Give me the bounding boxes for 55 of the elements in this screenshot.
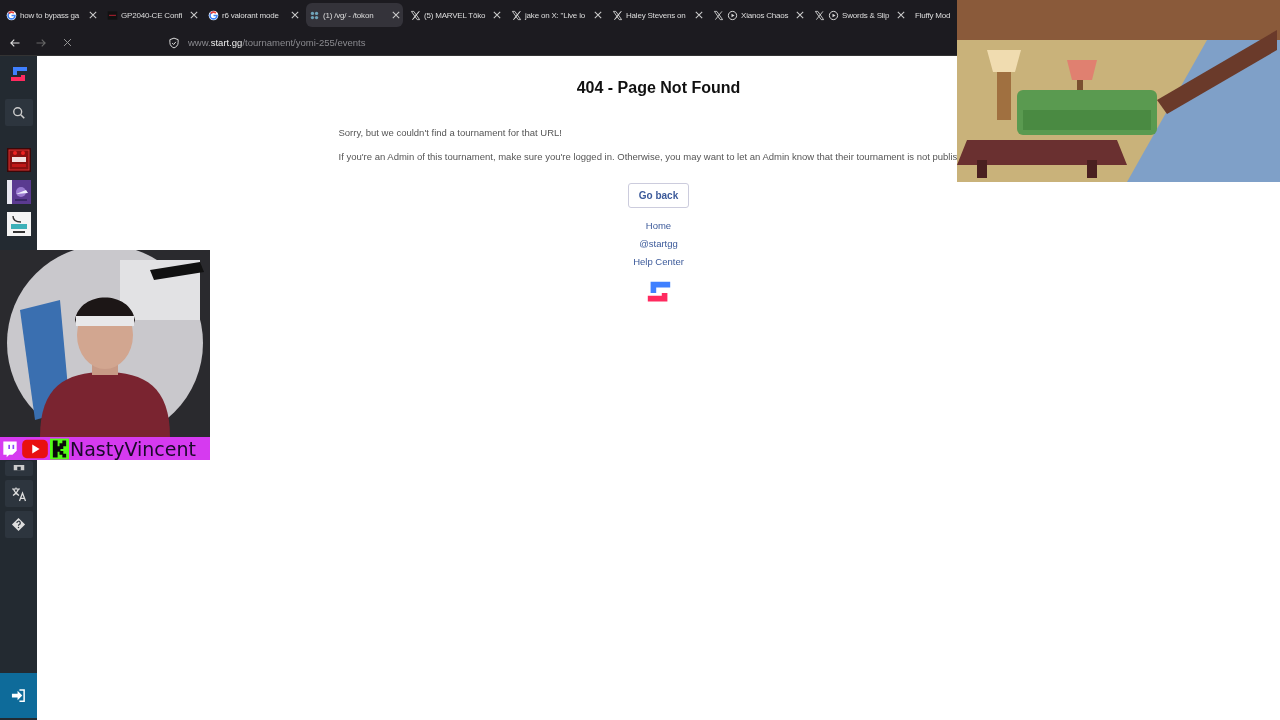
browser-tab[interactable]: r6 valorant mode bbox=[205, 3, 302, 27]
shield-icon[interactable] bbox=[168, 36, 180, 49]
close-icon[interactable] bbox=[392, 11, 400, 19]
close-icon[interactable] bbox=[594, 11, 602, 19]
browser-tab[interactable]: Xianos Chaos bbox=[710, 3, 807, 27]
youtube-icon bbox=[20, 437, 50, 460]
clover-icon bbox=[309, 9, 320, 21]
close-icon[interactable] bbox=[190, 11, 198, 19]
google-icon bbox=[6, 9, 17, 21]
login-button[interactable] bbox=[0, 673, 37, 718]
browser-tab[interactable]: Fluffy Mod bbox=[912, 3, 954, 27]
go-back-button[interactable]: Go back bbox=[627, 183, 690, 208]
back-arrow-icon bbox=[9, 36, 21, 49]
login-icon bbox=[11, 688, 26, 703]
help-icon bbox=[11, 517, 26, 532]
x-logo-icon bbox=[410, 9, 421, 21]
shop-icon bbox=[11, 465, 26, 472]
url-field[interactable]: www.start.gg/tournament/yomi-255/events bbox=[188, 37, 366, 48]
close-icon[interactable] bbox=[89, 11, 97, 19]
x-logo-icon bbox=[814, 9, 825, 21]
channel-name: NastyVincent bbox=[70, 437, 196, 460]
shop-button[interactable] bbox=[4, 461, 33, 476]
page-heading: 404 - Page Not Found bbox=[576, 79, 741, 97]
close-icon[interactable] bbox=[291, 11, 299, 19]
browser-tab[interactable]: GP2040-CE Confi bbox=[104, 3, 201, 27]
search-icon bbox=[11, 105, 26, 120]
browser-tab[interactable]: (1) /vg/ - /tokon bbox=[306, 3, 403, 27]
footer-link[interactable]: Home bbox=[645, 220, 672, 231]
x-logo-icon bbox=[713, 9, 724, 21]
browser-tab[interactable]: (5) MARVEL Tōko bbox=[407, 3, 504, 27]
browser-tab[interactable]: Swords & Slip bbox=[811, 3, 908, 27]
close-icon bbox=[61, 37, 73, 48]
help-button[interactable] bbox=[4, 511, 33, 538]
x-logo-icon bbox=[511, 9, 522, 21]
error-message: Sorry, but we couldn't find a tournament for that URL! bbox=[338, 127, 562, 138]
translate-button[interactable] bbox=[4, 480, 33, 507]
browser-tab[interactable]: Haley Stevens on bbox=[609, 3, 706, 27]
close-icon[interactable] bbox=[796, 11, 804, 19]
search-button[interactable] bbox=[4, 99, 33, 126]
square-icon bbox=[107, 9, 118, 21]
footer-link[interactable]: @startgg bbox=[639, 238, 678, 249]
google-icon bbox=[208, 9, 219, 21]
error-detail: If you're an Admin of this tournament, make sure you're logged in. Otherwise, you may want to let an Admin know that their tournament is not publis bbox=[338, 151, 958, 162]
browser-tab[interactable]: how to bypass ga bbox=[3, 3, 100, 27]
close-icon[interactable] bbox=[695, 11, 703, 19]
close-icon[interactable] bbox=[493, 11, 501, 19]
footer-link[interactable]: Help Center bbox=[633, 256, 684, 267]
close-icon[interactable] bbox=[897, 11, 905, 19]
kick-icon bbox=[50, 437, 69, 460]
x-logo-icon bbox=[612, 9, 623, 21]
browser-tab[interactable]: jake on X: "Live lo bbox=[508, 3, 605, 27]
play-icon bbox=[727, 9, 738, 21]
play-icon bbox=[828, 9, 839, 21]
translate-icon bbox=[10, 485, 27, 502]
forward-arrow-icon bbox=[35, 36, 47, 49]
